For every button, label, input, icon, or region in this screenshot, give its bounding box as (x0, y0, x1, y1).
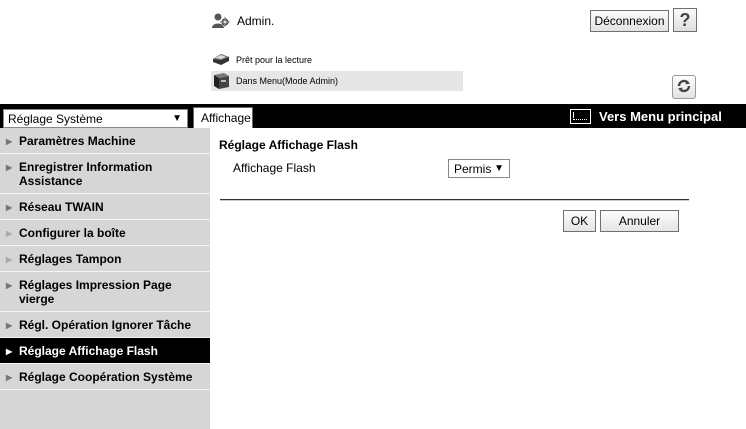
sidebar-item-label: Réglage Affichage Flash (19, 344, 158, 358)
arrow-right-icon: ▶ (6, 321, 13, 330)
refresh-button[interactable] (672, 75, 696, 99)
chevron-down-icon: ▼ (494, 163, 504, 174)
mfp-icon (211, 72, 231, 90)
sidebar-item-reseau-twain[interactable]: ▶ Réseau TWAIN (0, 194, 210, 220)
logout-button[interactable]: Déconnexion (590, 10, 669, 32)
sidebar-item-reglages-tampon: ▶ Réglages Tampon (0, 246, 210, 272)
ok-button[interactable]: OK (563, 210, 596, 232)
sidebar-item-label: Réglage Coopération Système (19, 370, 193, 384)
sidebar-item-label: Paramètres Machine (19, 134, 136, 148)
admin-user-icon (211, 11, 231, 31)
status-mode-row: Dans Menu(Mode Admin) (211, 71, 463, 91)
sidebar-item-label: Réseau TWAIN (19, 200, 104, 214)
help-button[interactable]: ? (673, 8, 697, 32)
admin-label: Admin. (237, 14, 275, 28)
user-info: Admin. (211, 10, 274, 32)
system-settings-select[interactable]: Réglage Système ▼ (3, 109, 188, 128)
chevron-down-icon: ▼ (172, 113, 182, 124)
arrow-right-icon: ▶ (6, 229, 13, 238)
arrow-right-icon: ▶ (6, 163, 13, 172)
main-menu-link[interactable]: Vers Menu principal (570, 107, 722, 126)
arrow-right-icon: ▶ (6, 203, 13, 212)
sidebar-item-parametres-machine[interactable]: ▶ Paramètres Machine (0, 128, 210, 154)
printer-icon (211, 51, 231, 69)
sidebar-item-impression-page-vierge[interactable]: ▶ Réglages Impression Page vierge (0, 272, 210, 312)
sidebar: ▶ Paramètres Machine ▶ Enregistrer Infor… (0, 128, 210, 429)
main-menu-icon (570, 109, 591, 124)
arrow-right-icon: ▶ (6, 373, 13, 382)
flash-display-select-value: Permis (454, 161, 492, 176)
sidebar-item-configurer-boite: ▶ Configurer la boîte (0, 220, 210, 246)
sidebar-item-label: Enregistrer Information Assistance (19, 160, 153, 188)
flash-display-label: Affichage Flash (233, 161, 316, 175)
arrow-right-icon: ▶ (6, 281, 13, 290)
divider (220, 199, 689, 201)
sidebar-item-ignorer-tache[interactable]: ▶ Régl. Opération Ignorer Tâche (0, 312, 210, 338)
sidebar-item-affichage-flash[interactable]: ▶ Réglage Affichage Flash (0, 338, 210, 364)
arrow-right-icon: ▶ (6, 347, 13, 356)
main-content: Réglage Affichage Flash Affichage Flash … (210, 128, 746, 429)
status-ready: Prêt pour la lecture (236, 55, 313, 65)
arrow-right-icon: ▶ (6, 137, 13, 146)
tab-affichage[interactable]: Affichage (193, 107, 253, 128)
header: Admin. Déconnexion ? Prêt pour la lectur… (0, 0, 746, 104)
system-settings-select-value: Réglage Système (8, 111, 103, 126)
status-ready-row: Prêt pour la lecture (211, 50, 312, 70)
refresh-icon (676, 78, 692, 97)
sidebar-item-label: Réglages Impression Page vierge (19, 278, 172, 306)
status-mode: Dans Menu(Mode Admin) (236, 76, 339, 86)
page-title: Réglage Affichage Flash (219, 138, 358, 152)
main-menu-link-label: Vers Menu principal (599, 109, 722, 124)
arrow-right-icon: ▶ (6, 255, 13, 264)
sidebar-item-label: Réglages Tampon (19, 252, 122, 266)
sidebar-item-enregistrer-information[interactable]: ▶ Enregistrer Information Assistance (0, 154, 210, 194)
cancel-button[interactable]: Annuler (600, 210, 679, 232)
sidebar-item-cooperation-systeme[interactable]: ▶ Réglage Coopération Système (0, 364, 210, 390)
flash-display-select[interactable]: Permis ▼ (448, 159, 510, 178)
sidebar-item-label: Régl. Opération Ignorer Tâche (19, 318, 192, 332)
sidebar-item-label: Configurer la boîte (19, 226, 126, 240)
